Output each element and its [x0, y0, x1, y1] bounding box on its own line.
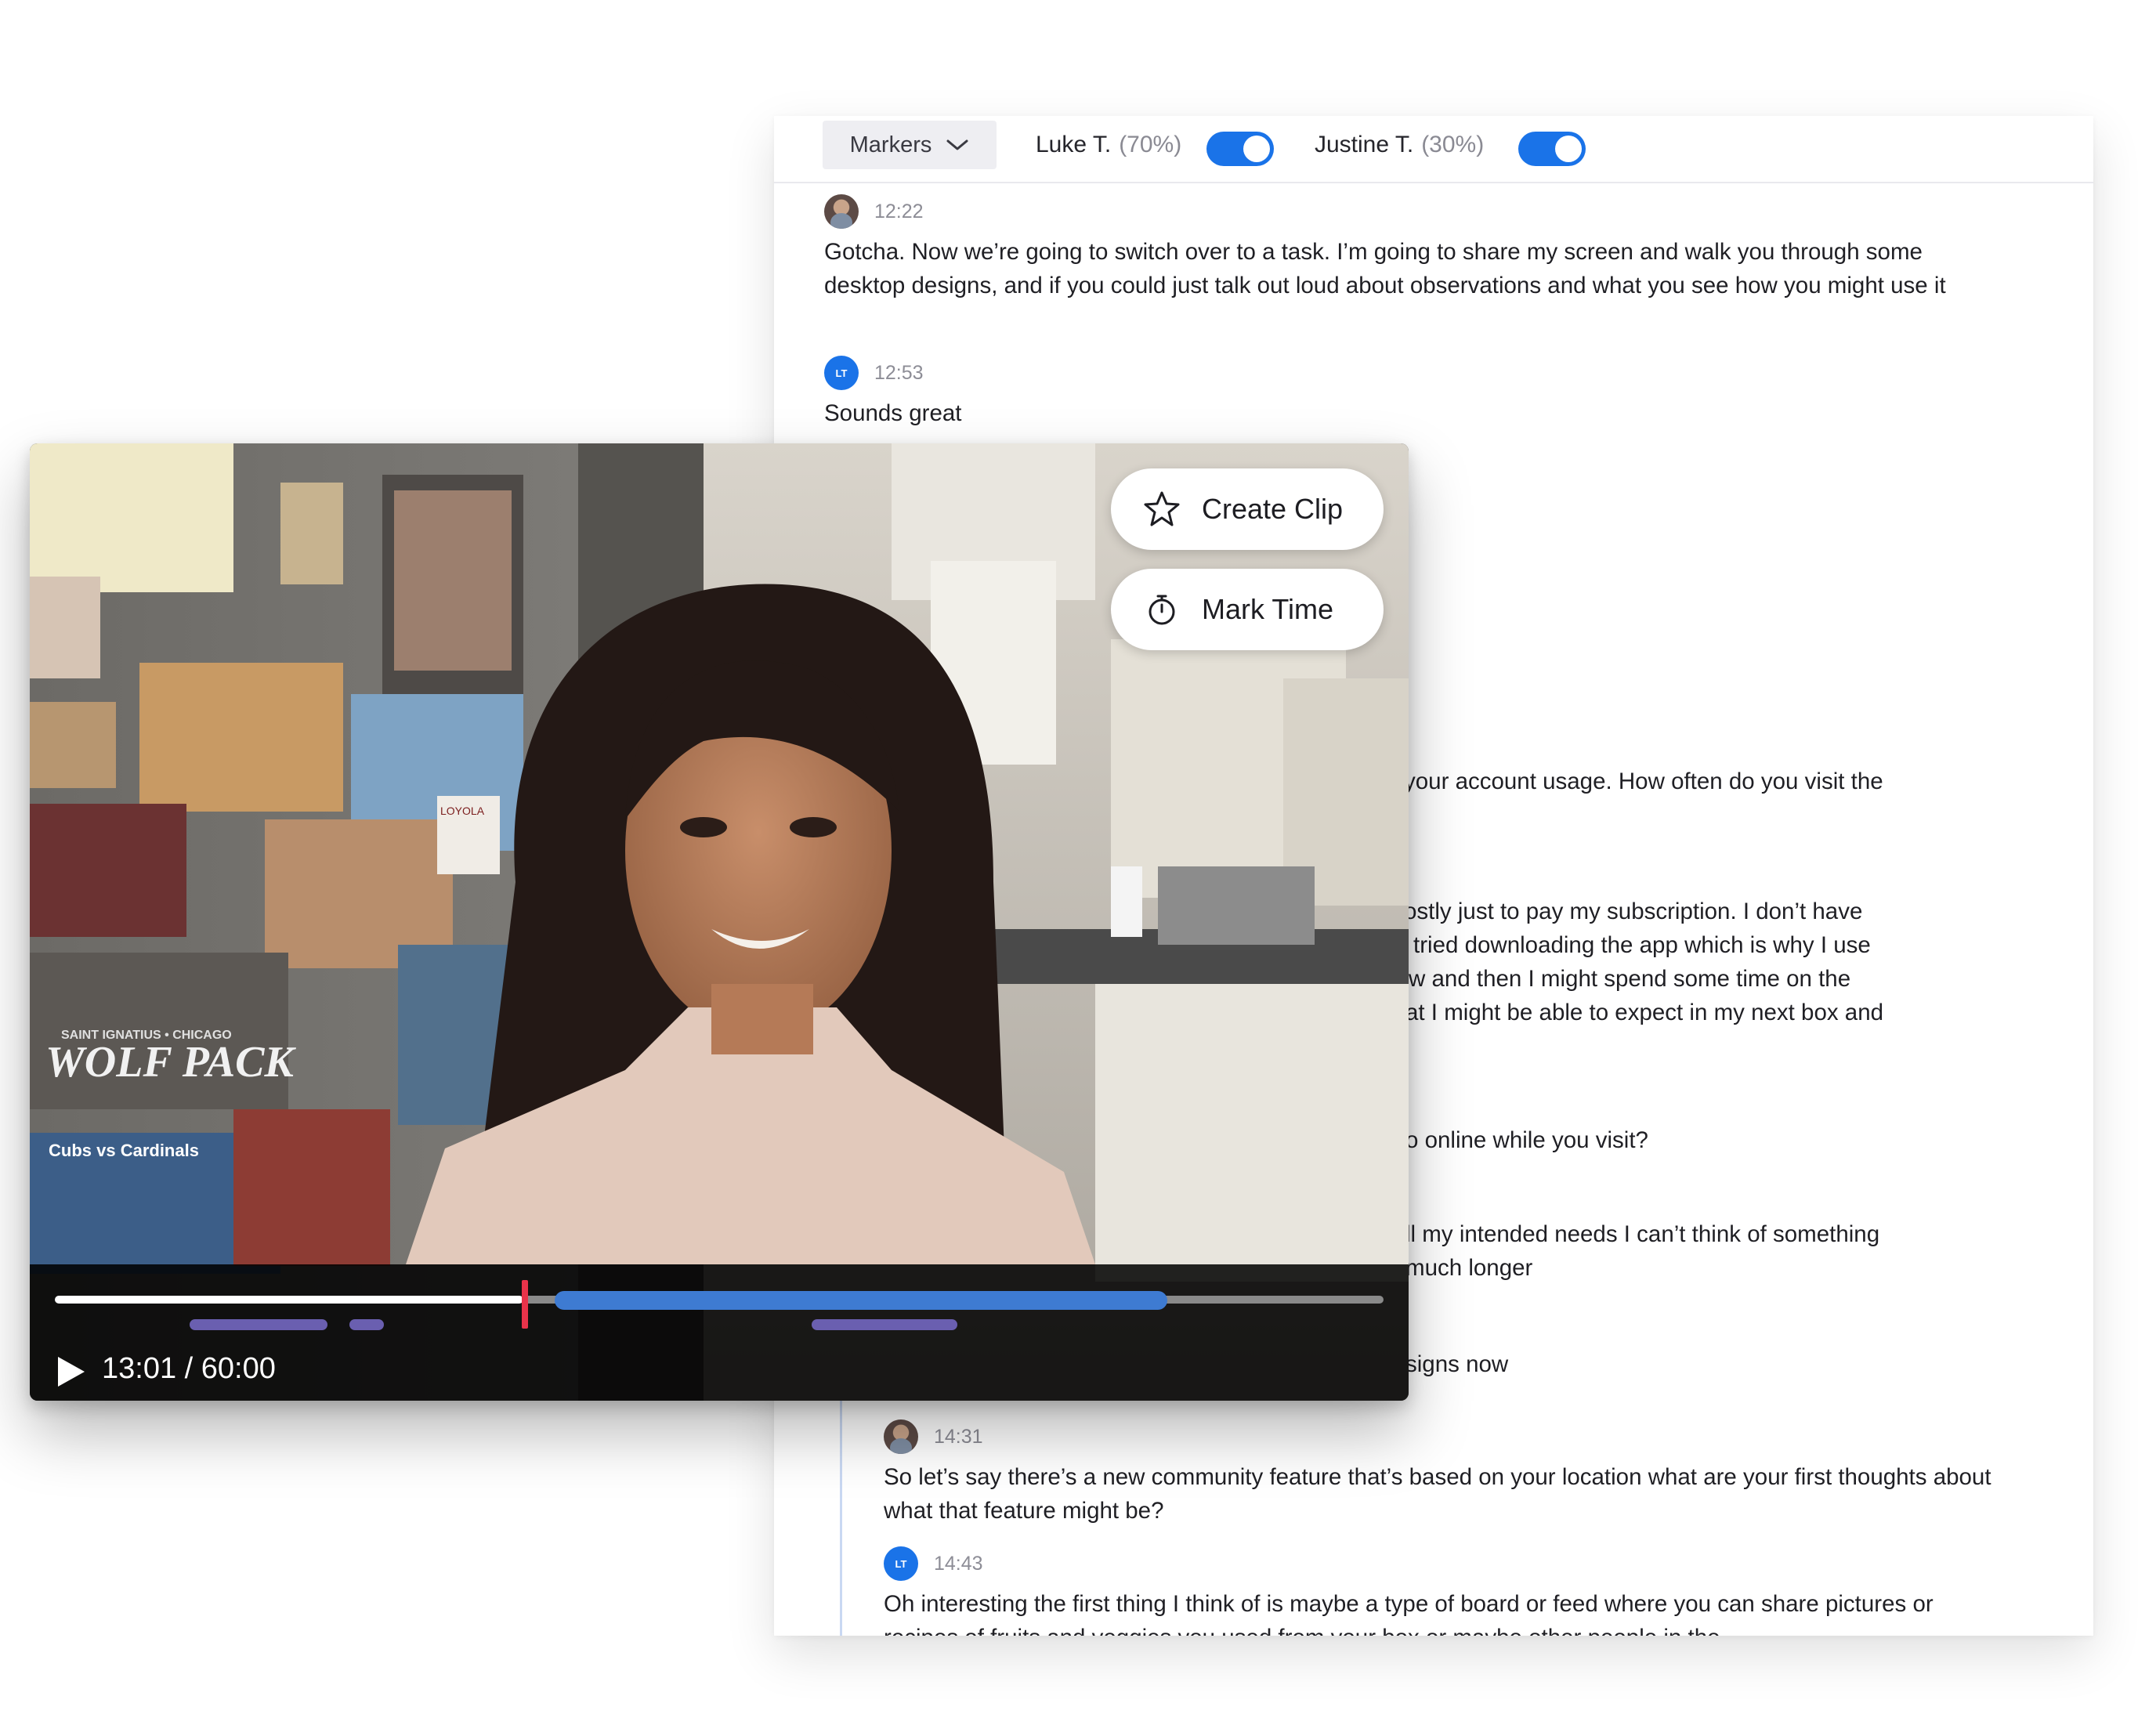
marker-segment[interactable] [812, 1319, 957, 1330]
speaker-percent: (70%) [1119, 132, 1182, 157]
wolfpack-sub-text: SAINT IGNATIUS • CHICAGO [61, 1029, 232, 1042]
create-clip-button[interactable]: Create Clip [1111, 468, 1384, 550]
clip-range[interactable] [555, 1291, 1167, 1310]
mark-time-button[interactable]: Mark Time [1111, 569, 1384, 650]
toggle-knob [1243, 136, 1270, 162]
transcript-line-partial: at I might be able to expect in my next … [1405, 1000, 1884, 1025]
entry-text: So let’s say there’s a new community fea… [884, 1464, 1991, 1524]
transcript-toolbar: Markers Luke T. (70%) Justine T. (30%) [774, 116, 2093, 183]
transcript-entry[interactable]: 14:31 So let’s say there’s a new communi… [884, 1419, 2012, 1528]
speaker-filter-justine: Justine T. (30%) [1315, 124, 1484, 166]
play-icon[interactable] [55, 1355, 86, 1388]
timecode: 13:01 / 60:00 [102, 1352, 276, 1385]
speaker-percent: (30%) [1421, 132, 1485, 157]
speaker-name: Justine T. [1315, 132, 1414, 157]
loyola-text: LOYOLA [440, 805, 485, 817]
playhead[interactable] [522, 1280, 528, 1329]
transcript-entry[interactable]: LT 12:53 Sounds great [824, 356, 1999, 430]
speaker-filter-luke: Luke T. (70%) [1036, 124, 1181, 166]
transcript-entry[interactable]: LT 14:43 Oh interesting the first thing … [884, 1546, 2012, 1636]
transcript-line-partial: much longer [1405, 1255, 1533, 1281]
entry-meta: 12:22 [824, 194, 1999, 229]
entry-text: Oh interesting the first thing I think o… [884, 1591, 1934, 1636]
transcript-line-partial: ll my intended needs I can’t think of so… [1405, 1221, 1880, 1247]
entry-meta: 14:31 [884, 1419, 2012, 1454]
chevron-down-icon [946, 139, 968, 150]
avatar [824, 194, 859, 229]
transcript-line-partial: ostly just to pay my subscription. I don… [1404, 899, 1863, 924]
transcript-line-partial: signs now [1405, 1351, 1509, 1377]
transcript-line-partial: tried downloading the app which is why I… [1413, 932, 1871, 958]
speaker-toggle-luke[interactable] [1206, 132, 1274, 166]
transcript-line-partial: o online while you visit? [1405, 1127, 1648, 1153]
stopwatch-icon [1149, 595, 1175, 625]
create-clip-label: Create Clip [1202, 493, 1344, 525]
wolfpack-text: WOLF PACK [45, 1038, 297, 1087]
entry-text: Gotcha. Now we’re going to switch over t… [824, 239, 1946, 298]
avatar: LT [884, 1546, 918, 1581]
video-player[interactable]: WOLF PACK SAINT IGNATIUS • CHICAGO LOYOL… [30, 443, 1409, 1401]
timestamp: 12:53 [874, 361, 924, 384]
entry-text: Sounds great [824, 400, 962, 426]
timestamp: 14:31 [934, 1425, 983, 1448]
marker-segment[interactable] [349, 1319, 384, 1330]
marker-segment[interactable] [190, 1319, 327, 1330]
entry-meta: LT 12:53 [824, 356, 1999, 390]
seek-bar-played [55, 1296, 523, 1304]
markers-label: Markers [849, 132, 932, 157]
entry-meta: LT 14:43 [884, 1546, 2012, 1581]
transcript-entry[interactable]: 12:22 Gotcha. Now we’re going to switch … [824, 194, 1999, 302]
speaker-toggle-justine[interactable] [1518, 132, 1586, 166]
toggle-knob [1555, 136, 1582, 162]
markers-dropdown[interactable]: Markers [823, 121, 997, 169]
avatar [884, 1419, 918, 1454]
avatar: LT [824, 356, 859, 390]
transcript-line-partial: your account usage. How often do you vis… [1404, 768, 1883, 794]
timestamp: 12:22 [874, 200, 924, 222]
thread-line [840, 1401, 842, 1636]
mark-time-label: Mark Time [1202, 593, 1334, 625]
cubs-text: Cubs vs Cardinals [49, 1141, 199, 1160]
speaker-name: Luke T. [1036, 132, 1112, 157]
star-icon [1144, 491, 1180, 526]
transcript-line-partial: w and then I might spend some time on th… [1409, 966, 1851, 992]
timestamp: 14:43 [934, 1552, 983, 1575]
